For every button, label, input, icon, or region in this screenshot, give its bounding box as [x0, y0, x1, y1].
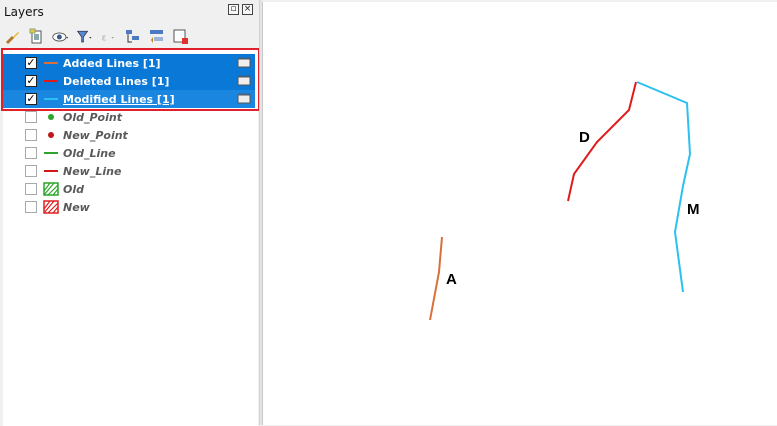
map-label-d: D — [579, 129, 590, 146]
filter-icon[interactable] — [76, 28, 94, 46]
layer-checkbox[interactable]: ✓ — [25, 93, 37, 105]
add-group-icon[interactable] — [28, 28, 46, 46]
line-symbol-icon — [43, 165, 59, 177]
modified-line-feature[interactable] — [636, 81, 692, 293]
layer-checkbox[interactable] — [25, 147, 37, 159]
line-symbol-icon — [43, 93, 59, 105]
layer-row-new-point[interactable]: New_Point — [3, 126, 255, 144]
added-line-feature[interactable] — [429, 236, 443, 321]
layer-row-added-lines[interactable]: ✓ Added Lines [1] — [3, 54, 255, 72]
visibility-eye-icon[interactable] — [52, 28, 70, 46]
layer-checkbox[interactable] — [25, 111, 37, 123]
remove-layer-icon[interactable] — [172, 28, 190, 46]
layer-label: Old_Point — [63, 110, 122, 124]
close-panel-icon[interactable]: × — [242, 4, 253, 15]
layer-checkbox[interactable] — [25, 165, 37, 177]
layer-checkbox[interactable] — [25, 201, 37, 213]
svg-text:ε: ε — [102, 33, 107, 43]
layer-tree: ✓ Added Lines [1] ✓ Deleted Lines [1] ✓ … — [3, 49, 258, 426]
layer-label: Modified Lines [1] — [63, 92, 175, 106]
layer-label: New_Point — [63, 128, 128, 142]
layer-row-modified-lines[interactable]: ✓ Modified Lines [1] — [3, 90, 255, 108]
line-symbol-icon — [43, 147, 59, 159]
layer-checkbox[interactable]: ✓ — [25, 57, 37, 69]
expand-all-icon[interactable] — [124, 28, 142, 46]
layers-panel: Layers ▫ × ε ✓ Added Lines [1] ✓ Deleted… — [0, 0, 260, 426]
layer-label: Old_Line — [63, 146, 116, 160]
collapse-all-icon[interactable] — [148, 28, 166, 46]
layer-row-new[interactable]: New — [3, 198, 255, 216]
panel-title: Layers — [4, 5, 44, 19]
line-symbol-icon — [43, 57, 59, 69]
point-symbol-icon — [43, 129, 59, 141]
layer-row-deleted-lines[interactable]: ✓ Deleted Lines [1] — [3, 72, 255, 90]
layer-label: Old — [63, 182, 84, 196]
line-symbol-icon — [43, 75, 59, 87]
layer-row-old-point[interactable]: Old_Point — [3, 108, 255, 126]
polygon-hatch-symbol-icon — [43, 182, 59, 196]
embedded-edit-icon[interactable] — [237, 92, 251, 105]
layer-row-old-line[interactable]: Old_Line — [3, 144, 255, 162]
map-label-a: A — [446, 271, 457, 288]
layers-toolbar: ε — [4, 25, 190, 49]
layer-row-new-line[interactable]: New_Line — [3, 162, 255, 180]
embedded-edit-icon[interactable] — [237, 56, 251, 69]
float-panel-icon[interactable]: ▫ — [228, 4, 239, 15]
layer-label: Added Lines [1] — [63, 56, 161, 70]
layer-label: New — [63, 200, 90, 214]
layer-checkbox[interactable] — [25, 129, 37, 141]
map-canvas[interactable]: A D M — [262, 2, 777, 425]
layer-row-old[interactable]: Old — [3, 180, 255, 198]
point-symbol-icon — [43, 111, 59, 123]
embedded-edit-icon[interactable] — [237, 74, 251, 87]
polygon-hatch-symbol-icon — [43, 200, 59, 214]
map-label-m: M — [687, 201, 700, 218]
layer-checkbox[interactable] — [25, 183, 37, 195]
style-brush-icon[interactable] — [4, 28, 22, 46]
expression-filter-icon[interactable]: ε — [100, 28, 118, 46]
map-features — [429, 81, 692, 321]
layer-label: Deleted Lines [1] — [63, 74, 170, 88]
layer-checkbox[interactable]: ✓ — [25, 75, 37, 87]
layer-label: New_Line — [63, 164, 122, 178]
